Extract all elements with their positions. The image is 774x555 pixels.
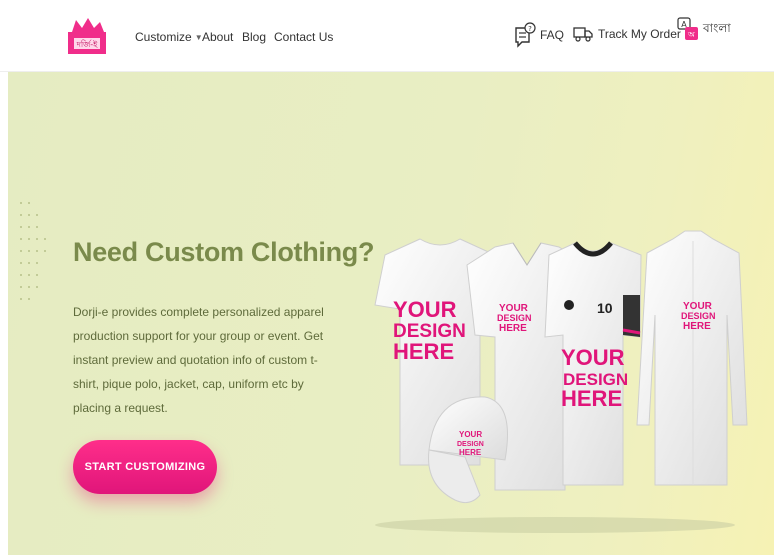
jersey-number: 10 — [597, 300, 613, 316]
svg-text:?: ? — [528, 25, 532, 33]
cap-text-3: HERE — [459, 448, 482, 457]
nav-contact-us[interactable]: Contact Us — [274, 30, 333, 44]
tshirt-text-1: YOUR — [393, 297, 457, 322]
shirt-text-3: HERE — [683, 321, 711, 332]
polo-text-3: HERE — [499, 323, 527, 334]
track-order-link[interactable]: Track My Order — [572, 24, 681, 44]
language-switch[interactable]: A অ বাংলা — [676, 16, 731, 44]
nav-blog[interactable]: Blog — [242, 30, 266, 44]
polo-text-2: DESIGN — [497, 313, 532, 323]
brand-logo[interactable]: দর্জি-ই — [66, 14, 108, 56]
cap-text-1: YOUR — [459, 430, 482, 439]
language-icon: A অ — [676, 16, 700, 44]
jersey-text-1: YOUR — [561, 345, 625, 370]
faq-chat-icon: ? — [514, 22, 536, 48]
hero-title: Need Custom Clothing? — [73, 237, 375, 267]
nav-about[interactable]: About — [202, 30, 233, 44]
nav-customize[interactable]: Customize ▼ — [135, 30, 203, 44]
nav-customize-label: Customize — [135, 30, 192, 44]
shirt-text-2: DESIGN — [681, 311, 716, 321]
faq-link[interactable]: ? FAQ — [514, 22, 564, 48]
start-customizing-button[interactable]: START CUSTOMIZING — [73, 440, 217, 494]
hero-description: Dorji-e provides complete personalized a… — [73, 305, 324, 415]
shirt-mockup: YOUR DESIGN HERE — [636, 230, 748, 486]
language-label: বাংলা — [703, 21, 731, 35]
cap-text-2: DESIGN — [457, 441, 484, 448]
products-image: YOUR DESIGN HERE YOUR DESIGN HERE 10 YOU… — [355, 225, 774, 545]
jersey-text-3: HERE — [561, 386, 622, 411]
track-order-label: Track My Order — [598, 27, 681, 41]
tshirt-text-3: HERE — [393, 339, 454, 364]
top-navbar: দর্জি-ই Customize ▼ About Blog Contact Us… — [0, 0, 774, 72]
logo-text: দর্জি-ই — [76, 40, 99, 49]
delivery-truck-icon — [572, 24, 594, 44]
svg-text:অ: অ — [687, 30, 696, 39]
faq-label: FAQ — [540, 28, 565, 42]
